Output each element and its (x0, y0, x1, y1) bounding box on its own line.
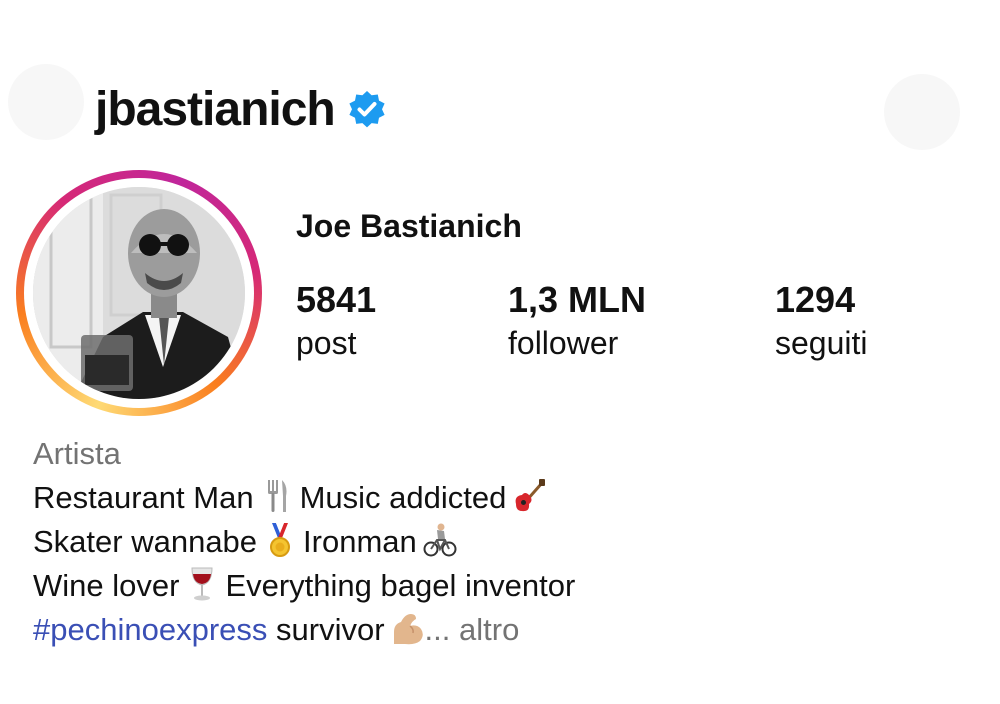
stat-following[interactable]: 1294 seguiti (775, 280, 868, 366)
medal-icon (270, 523, 291, 557)
bio-line-4: #pechinoexpress survivor ... altro (33, 608, 575, 652)
bio-text: Skater wannabe (33, 524, 258, 559)
bio-line-1: Restaurant Man Music addicted (33, 476, 575, 520)
back-button-shadow (8, 64, 84, 140)
bio-line-3: Wine lover Everything bagel inventor (33, 564, 575, 608)
profile-header: jbastianich (95, 80, 387, 140)
bio-line-2: Skater wannabe Ironman (33, 520, 575, 564)
bio-text: Wine lover (33, 568, 180, 603)
profile-category: Artista (33, 436, 121, 471)
username: jbastianich (95, 83, 336, 136)
bio-text: Restaurant Man (33, 480, 254, 515)
following-label: seguiti (775, 325, 868, 361)
ellipsis: ... (424, 612, 451, 647)
full-name: Joe Bastianich (296, 208, 522, 244)
posts-count: 5841 (296, 279, 377, 320)
guitar-icon (515, 479, 546, 512)
posts-label: post (296, 325, 357, 361)
cyclist-icon (423, 523, 457, 557)
bio-text: Ironman (303, 524, 417, 559)
bio-text: Everything bagel inventor (225, 568, 576, 603)
bio-text: survivor (276, 612, 385, 647)
profile-avatar-story-ring[interactable] (16, 170, 262, 416)
profile-bio: Artista Restaurant Man Music addicted Sk… (33, 432, 575, 652)
more-link[interactable]: altro (459, 612, 519, 647)
stat-followers[interactable]: 1,3 MLN follower (508, 280, 646, 366)
flexed-bicep-icon (393, 614, 423, 645)
verified-badge-icon (349, 91, 385, 128)
stat-posts[interactable]: 5841 post (296, 280, 376, 366)
wine-glass-icon (191, 567, 213, 601)
fork-knife-icon (267, 480, 287, 512)
bio-text: Music addicted (299, 480, 507, 515)
hashtag-link[interactable]: #pechinoexpress (33, 612, 267, 647)
menu-button-shadow (884, 74, 960, 150)
avatar (33, 187, 245, 399)
following-count: 1294 (775, 279, 856, 320)
followers-label: follower (508, 325, 619, 361)
followers-count: 1,3 MLN (508, 279, 647, 320)
